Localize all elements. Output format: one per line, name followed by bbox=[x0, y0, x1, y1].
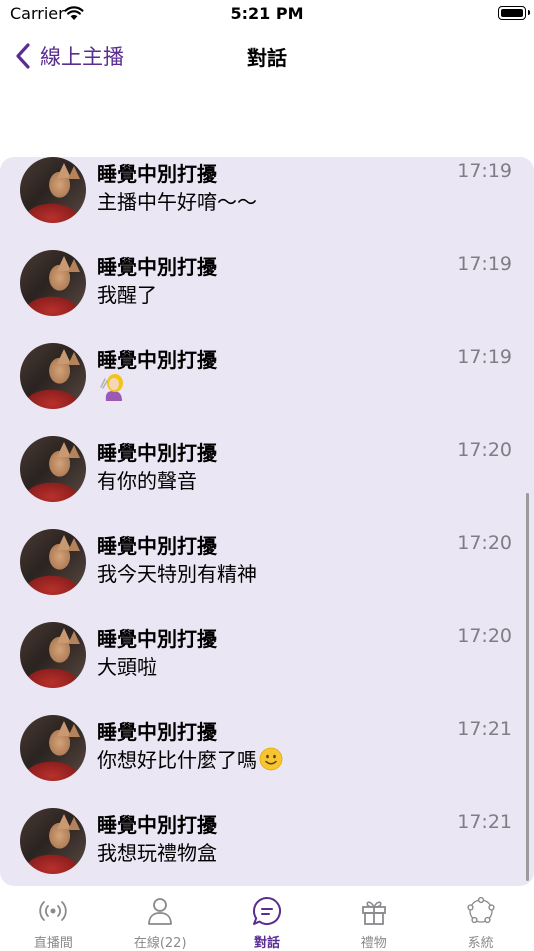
person-icon bbox=[148, 898, 173, 925]
battery-icon bbox=[498, 6, 530, 20]
message-text: 你想好比什麼了嗎 bbox=[97, 744, 283, 773]
message-time: 17:20 bbox=[457, 532, 512, 554]
scrollbar[interactable] bbox=[526, 493, 529, 881]
message-text: 有你的聲音 bbox=[97, 469, 197, 493]
hair-flip-emoji-icon bbox=[100, 374, 123, 401]
sender-name: 睡覺中別打擾 bbox=[97, 162, 217, 186]
avatar[interactable] bbox=[20, 436, 86, 502]
chat-message-list[interactable]: 睡覺中別打擾 17:19 主播中午好唷～～ 睡覺中別打擾 17:19 我醒了 睡… bbox=[0, 157, 534, 886]
sender-name: 睡覺中別打擾 bbox=[97, 627, 217, 651]
message-time: 17:19 bbox=[457, 346, 512, 368]
page-title: 對話 bbox=[247, 46, 287, 70]
sender-name: 睡覺中別打擾 bbox=[97, 813, 217, 837]
message-time: 17:19 bbox=[457, 160, 512, 182]
message-row[interactable]: 睡覺中別打擾 17:20 有你的聲音 bbox=[0, 436, 534, 529]
message-text: 我今天特別有精神 bbox=[97, 562, 257, 586]
avatar[interactable] bbox=[20, 715, 86, 781]
avatar[interactable] bbox=[20, 343, 86, 409]
message-row[interactable]: 睡覺中別打擾 17:21 你想好比什麼了嗎 bbox=[0, 715, 534, 808]
avatar[interactable] bbox=[20, 622, 86, 688]
message-row[interactable]: 睡覺中別打擾 17:20 我今天特別有精神 bbox=[0, 529, 534, 622]
message-time: 17:19 bbox=[457, 253, 512, 275]
sender-name: 睡覺中別打擾 bbox=[97, 720, 217, 744]
sender-name: 睡覺中別打擾 bbox=[97, 348, 217, 372]
sender-name: 睡覺中別打擾 bbox=[97, 441, 217, 465]
tab-label: 在線(22) bbox=[133, 936, 187, 951]
tab-live-room[interactable]: 直播間 bbox=[0, 886, 107, 951]
status-bar: Carrier 5:21 PM bbox=[0, 0, 534, 28]
avatar[interactable] bbox=[20, 250, 86, 316]
tab-system[interactable]: 系統 bbox=[427, 886, 534, 951]
tab-label: 直播間 bbox=[33, 936, 73, 951]
message-row[interactable]: 睡覺中別打擾 17:20 大頭啦 bbox=[0, 622, 534, 715]
message-time: 17:21 bbox=[457, 811, 512, 833]
sender-name: 睡覺中別打擾 bbox=[97, 534, 217, 558]
status-time: 5:21 PM bbox=[230, 4, 304, 23]
sender-name: 睡覺中別打擾 bbox=[97, 255, 217, 279]
message-time: 17:21 bbox=[457, 718, 512, 740]
message-text: 我想玩禮物盒 bbox=[97, 841, 217, 865]
avatar[interactable] bbox=[20, 529, 86, 595]
message-row[interactable]: 睡覺中別打擾 17:19 我醒了 bbox=[0, 250, 534, 343]
message-text: 我醒了 bbox=[97, 283, 157, 307]
tab-label: 系統 bbox=[467, 936, 494, 951]
smiley-emoji-icon bbox=[259, 747, 283, 771]
tab-bar: 直播間 在線(22) 對話 禮物 系統 bbox=[0, 886, 534, 951]
avatar[interactable] bbox=[20, 808, 86, 874]
message-row[interactable]: 睡覺中別打擾 17:19 主播中午好唷～～ bbox=[0, 157, 534, 250]
tab-chat[interactable]: 對話 bbox=[214, 886, 321, 951]
tab-gift[interactable]: 禮物 bbox=[320, 886, 427, 951]
message-row[interactable]: 睡覺中別打擾 17:21 我想玩禮物盒 bbox=[0, 808, 534, 886]
tab-online[interactable]: 在線(22) bbox=[107, 886, 214, 951]
message-text-content: 你想好比什麼了嗎 bbox=[97, 748, 257, 772]
tab-label: 禮物 bbox=[360, 936, 387, 951]
message-time: 17:20 bbox=[457, 625, 512, 647]
message-text: 主播中午好唷～～ bbox=[97, 190, 257, 214]
message-text: 大頭啦 bbox=[97, 655, 157, 679]
tab-label: 對話 bbox=[253, 936, 280, 951]
broadcast-icon bbox=[39, 901, 68, 921]
message-row[interactable]: 睡覺中別打擾 17:19 bbox=[0, 343, 534, 436]
gift-icon bbox=[361, 901, 386, 925]
system-network-icon bbox=[466, 896, 495, 924]
avatar[interactable] bbox=[20, 157, 86, 223]
navigation-bar: 線上主播 對話 bbox=[0, 34, 534, 78]
message-time: 17:20 bbox=[457, 439, 512, 461]
chat-bubble-icon bbox=[252, 896, 282, 925]
